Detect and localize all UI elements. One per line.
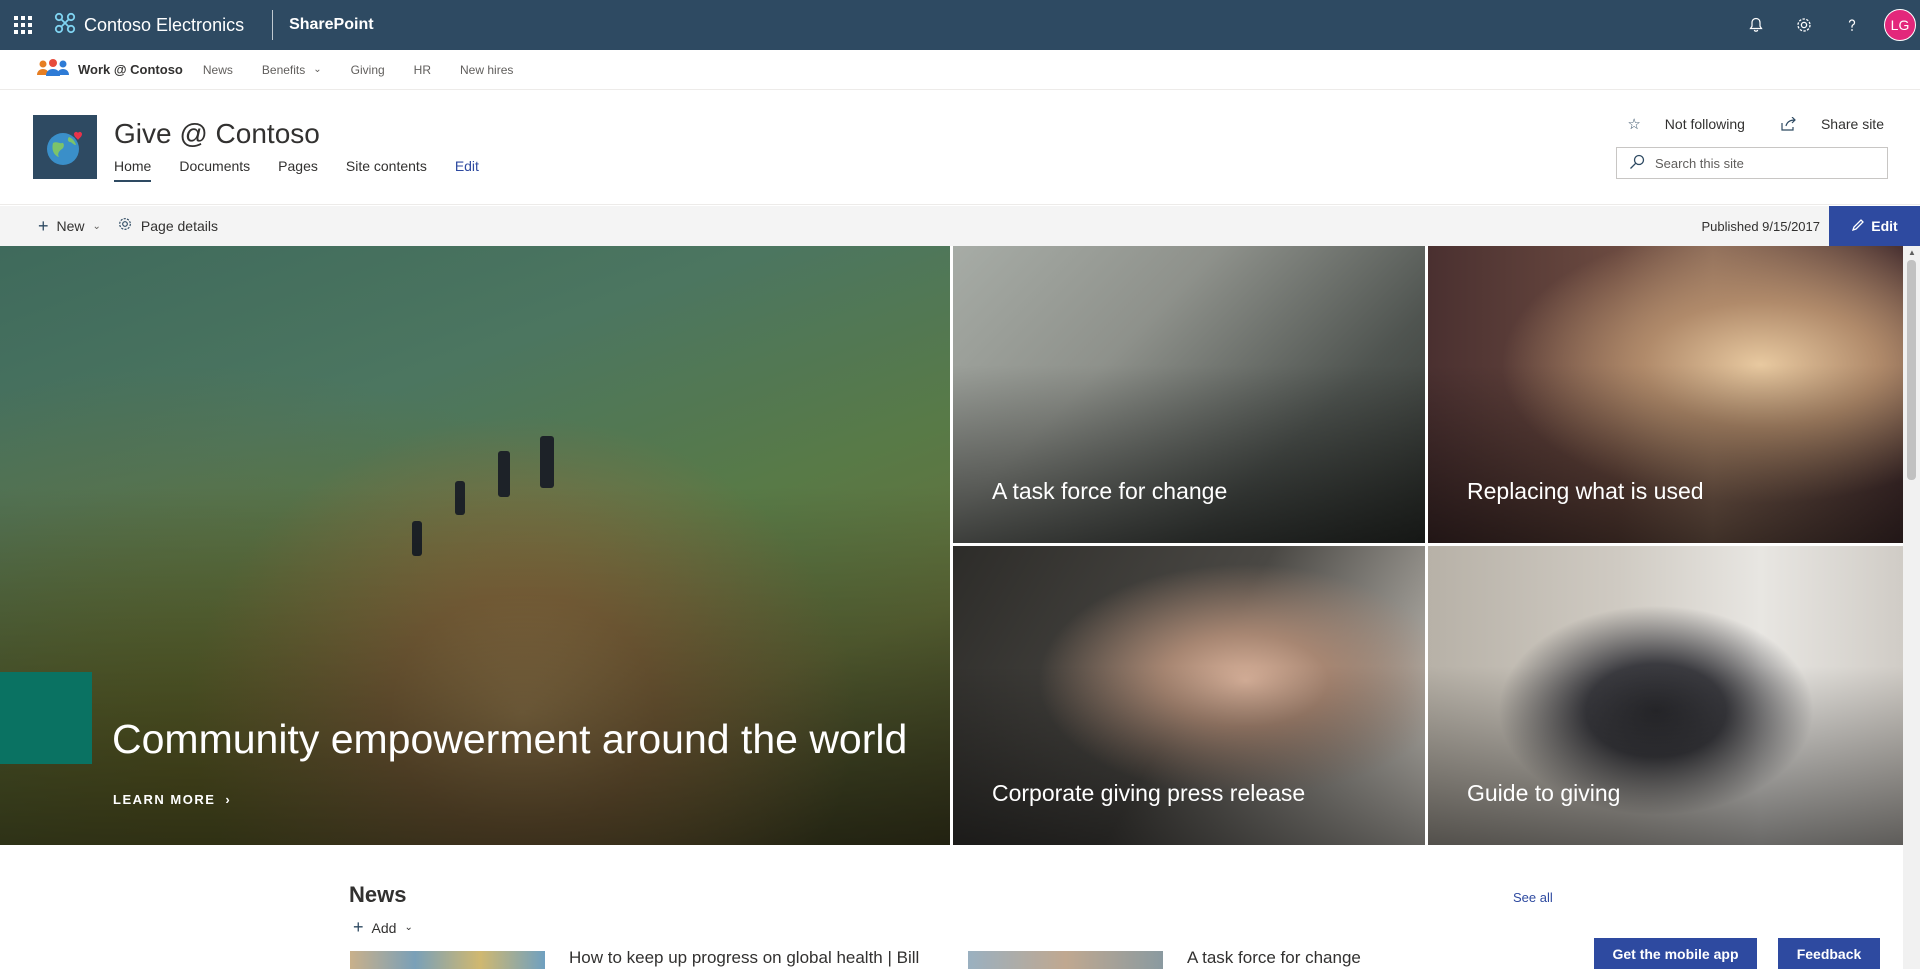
news-headline[interactable]: A task force for change [1187, 948, 1361, 968]
command-bar: + New ⌄ Page details Published 9/15/2017… [0, 206, 1920, 246]
chevron-down-icon: ⌄ [92, 220, 101, 232]
site-header: Give @ Contoso Home Documents Pages Site… [0, 90, 1920, 205]
brand-name: Contoso Electronics [84, 14, 245, 35]
news-thumbnail[interactable] [968, 951, 1163, 969]
site-nav-home[interactable]: Home [114, 158, 152, 182]
hub-link-label: News [202, 62, 233, 77]
plus-icon: + [353, 917, 364, 937]
hero-shade [1428, 665, 1903, 845]
site-nav-pages[interactable]: Pages [278, 158, 318, 182]
waffle-icon [14, 16, 32, 34]
add-label: Add [371, 919, 397, 936]
scrollbar[interactable]: ▲ [1903, 246, 1920, 969]
hub-link-benefits[interactable]: Benefits ⌄ [262, 63, 322, 77]
follow-label: Not following [1664, 116, 1745, 132]
chevron-right-icon: › [225, 792, 232, 807]
scroll-up-icon[interactable]: ▲ [1908, 248, 1916, 257]
site-title: Give @ Contoso [114, 118, 320, 149]
site-logo[interactable] [33, 115, 97, 179]
plus-icon: + [38, 215, 49, 236]
hero-shade [1428, 364, 1903, 543]
news-headline[interactable]: How to keep up progress on global health… [569, 948, 919, 968]
hero-tile-title: Guide to giving [1467, 780, 1621, 806]
hero-tile-title: Corporate giving press release [992, 780, 1306, 806]
see-all-link[interactable]: See all [1513, 890, 1553, 905]
learn-more-link[interactable]: LEARN MORE › [113, 792, 231, 807]
learn-more-label: LEARN MORE [113, 792, 216, 807]
new-button[interactable]: + New ⌄ [38, 216, 101, 237]
suite-bar: Contoso Electronics SharePoint LG [0, 0, 1920, 50]
hero-main-tile[interactable]: Community empowerment around the world L… [0, 246, 950, 845]
hero-tile-replacing[interactable]: Replacing what is used [1428, 246, 1903, 543]
hero-tile-title: A task force for change [992, 478, 1228, 504]
hub-link-label: New hires [460, 62, 514, 77]
hiker-figure [540, 436, 554, 488]
star-icon: ☆ [1627, 116, 1641, 133]
news-heading: News [349, 882, 407, 907]
globe-heart-icon [47, 131, 82, 165]
site-nav-documents[interactable]: Documents [179, 158, 250, 182]
feedback-button[interactable]: Feedback [1778, 938, 1880, 969]
hero-shade [953, 364, 1425, 543]
app-launcher-button[interactable] [0, 0, 46, 50]
follow-button[interactable]: ☆ Not following [1609, 115, 1745, 133]
gear-icon [117, 216, 133, 237]
hub-link-new-hires[interactable]: New hires [460, 63, 513, 77]
published-date: Published 9/15/2017 [1701, 218, 1820, 234]
search-icon [1629, 154, 1645, 173]
site-nav-site-contents[interactable]: Site contents [346, 158, 427, 182]
news-thumbnail[interactable] [350, 951, 545, 969]
hub-title[interactable]: Work @ Contoso [78, 62, 183, 77]
hub-logo-icon[interactable] [36, 58, 70, 81]
page-details-label: Page details [140, 218, 218, 234]
suite-divider [272, 10, 274, 40]
scroll-thumb[interactable] [1907, 260, 1916, 480]
bell-icon[interactable] [1732, 0, 1780, 50]
hub-link-news[interactable]: News [203, 63, 233, 77]
new-label: New [56, 218, 85, 234]
hub-link-hr[interactable]: HR [414, 63, 431, 77]
get-mobile-app-button[interactable]: Get the mobile app [1594, 938, 1757, 969]
contoso-logo-icon [54, 12, 76, 39]
hero-shade [953, 665, 1425, 845]
share-icon [1781, 117, 1797, 131]
hub-link-label: Benefits [261, 62, 306, 77]
site-nav-edit[interactable]: Edit [455, 158, 479, 182]
edit-label: Edit [1871, 218, 1898, 234]
header-actions: ☆ Not following Share site [1591, 115, 1884, 133]
gear-icon[interactable] [1780, 0, 1828, 50]
hero-tile-task-force[interactable]: A task force for change [953, 246, 1425, 543]
chevron-down-icon: ⌄ [313, 64, 322, 75]
hub-link-label: HR [413, 62, 432, 77]
suite-actions: LG [1732, 0, 1920, 50]
pencil-icon [1851, 218, 1865, 235]
search-placeholder: Search this site [1655, 155, 1744, 171]
edit-page-button[interactable]: Edit [1829, 206, 1920, 246]
hero-main-title: Community empowerment around the world [112, 716, 908, 762]
search-box[interactable]: Search this site [1616, 147, 1888, 179]
add-news-button[interactable]: + Add ⌄ [353, 917, 413, 938]
hero-section: Community empowerment around the world L… [0, 246, 1903, 845]
hub-link-giving[interactable]: Giving [351, 63, 385, 77]
brand[interactable]: Contoso Electronics [54, 12, 244, 39]
app-name[interactable]: SharePoint [289, 16, 373, 34]
share-label: Share site [1820, 116, 1884, 132]
help-icon[interactable] [1828, 0, 1876, 50]
hub-link-label: Giving [350, 62, 385, 77]
hero-tile-press-release[interactable]: Corporate giving press release [953, 546, 1425, 845]
page-details-button[interactable]: Page details [117, 216, 218, 237]
hero-tile-title: Replacing what is used [1467, 478, 1704, 504]
accent-block [0, 672, 92, 764]
share-site-button[interactable]: Share site [1763, 115, 1884, 133]
chevron-down-icon: ⌄ [404, 922, 413, 933]
avatar[interactable]: LG [1884, 9, 1916, 41]
site-nav: Home Documents Pages Site contents Edit [114, 158, 507, 182]
hub-nav: Work @ Contoso News Benefits ⌄ Giving HR … [0, 50, 1920, 90]
hero-tile-guide[interactable]: Guide to giving [1428, 546, 1903, 845]
